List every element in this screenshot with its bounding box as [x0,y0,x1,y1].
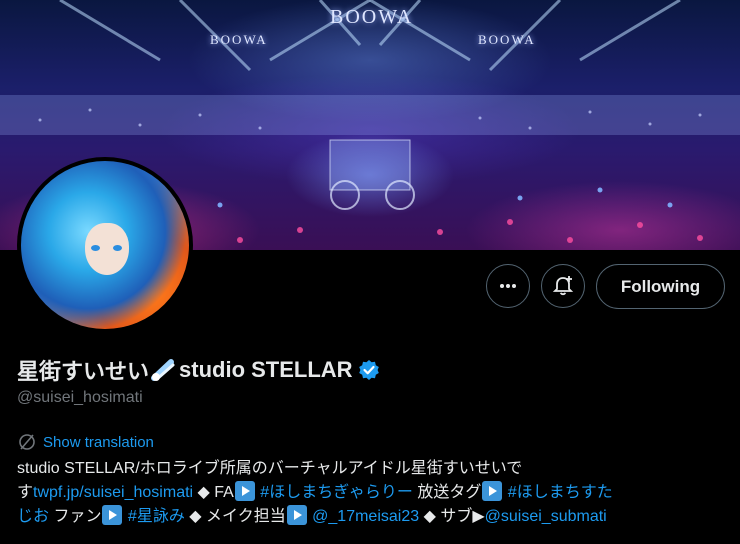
avatar-image [21,161,189,329]
profile-handle: @suisei_hosimati [17,389,143,406]
more-icon [500,284,516,288]
translate-icon [19,434,35,450]
bio-text: 放送タグ [412,484,482,501]
notifications-button[interactable] [541,264,585,308]
bell-plus-icon [552,276,574,296]
mention-link[interactable]: @_17meisai23 [308,508,419,525]
verified-badge-icon[interactable] [358,359,380,381]
following-button[interactable]: Following [596,264,725,309]
more-button[interactable] [486,264,530,308]
display-name-studio: studio STELLAR [179,357,353,382]
mention-link[interactable]: @suisei_submati [485,508,607,525]
banner-sign-center: BOOWA [330,6,414,28]
play-emoji-icon [234,481,255,501]
bio-text: ◆ メイク担当 [184,508,286,525]
avatar-eye-left [91,245,100,251]
bio-text: studio STELLAR/ホロライブ所属のバーチャルアイドル星街すいせいで [17,460,523,477]
hashtag-link[interactable]: #ほしまちぎゃらりー [256,484,413,501]
play-emoji-icon [102,505,123,525]
bio-text: す [17,484,34,501]
hashtag-link[interactable]: #ほしまちすた [503,484,613,501]
bio-text: ◆ FA [193,484,234,501]
display-name: 星街すいせい studio STELLAR [17,354,380,386]
bio-text: ファン [49,508,102,525]
show-translation-label: Show translation [43,433,154,451]
bio-text: ◆ サブ▶ [419,508,485,525]
show-translation-link[interactable]: Show translation [17,432,154,452]
display-name-jp: 星街すいせい [17,359,150,384]
avatar-eye-right [113,245,122,251]
hashtag-link[interactable]: じお [17,508,49,525]
play-emoji-icon [482,481,503,501]
hashtag-link[interactable]: #星詠み [123,508,185,525]
play-emoji-icon [286,505,307,525]
comet-emoji-icon [151,359,175,381]
profile-bio: studio STELLAR/ホロライブ所属のバーチャルアイドル星街すいせいで … [17,457,729,529]
profile-avatar[interactable] [17,157,193,333]
banner-sign-left: BOOWA [210,32,268,47]
banner-sign-right: BOOWA [478,32,536,47]
bio-website-link[interactable]: twpf.jp/suisei_hosimati [33,484,193,501]
